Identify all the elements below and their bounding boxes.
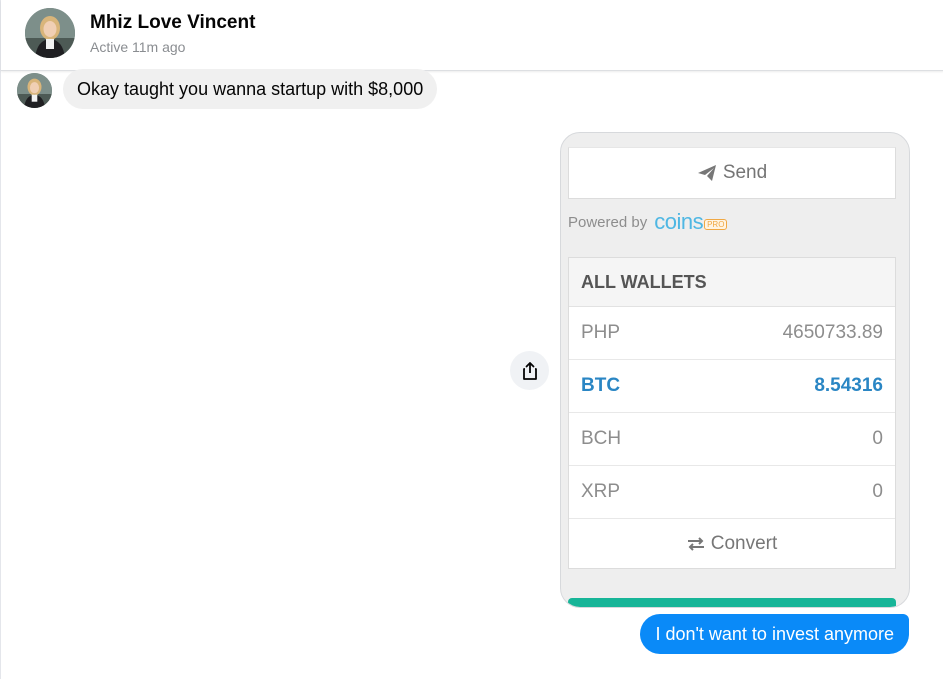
- wallet-balance: 4650733.89: [782, 322, 883, 343]
- outgoing-message[interactable]: I don't want to invest anymore: [640, 614, 909, 654]
- wallet-row-bch: BCH 0: [569, 413, 895, 466]
- incoming-message[interactable]: Okay taught you wanna startup with $8,00…: [63, 69, 438, 109]
- contact-name[interactable]: Mhiz Love Vincent: [90, 12, 255, 34]
- active-status: Active 11m ago: [90, 39, 186, 55]
- share-icon: [522, 361, 537, 380]
- chat-header: Mhiz Love Vincent Active 11m ago: [1, 0, 943, 71]
- send-label: Send: [722, 162, 768, 183]
- wallet-row-php: PHP 4650733.89: [569, 307, 895, 360]
- wallet-currency: BTC: [581, 375, 621, 396]
- coins-brand: coins: [654, 209, 704, 234]
- convert-row: Convert: [569, 519, 895, 569]
- wallet-balance: 0: [872, 428, 883, 449]
- wallet-currency: XRP: [581, 481, 621, 502]
- wallet-balance: 8.54316: [814, 375, 883, 396]
- image-attachment[interactable]: Send Powered by coins PRO ALL WALLETS PHP…: [560, 132, 910, 608]
- wallet-row-xrp: XRP 0: [569, 466, 895, 519]
- wallet-row-btc: BTC 8.54316: [569, 360, 895, 413]
- wallet-balance: 0: [872, 481, 883, 502]
- sender-avatar[interactable]: [17, 73, 52, 108]
- contact-avatar[interactable]: [25, 8, 75, 58]
- wallets-title: ALL WALLETS: [569, 258, 895, 307]
- convert-label: Convert: [710, 533, 778, 554]
- wallet-currency: BCH: [581, 428, 622, 449]
- pro-tag: PRO: [704, 219, 728, 230]
- wallet-currency: PHP: [581, 322, 621, 343]
- send-panel: Send: [568, 147, 896, 199]
- share-button[interactable]: [510, 351, 549, 390]
- green-action-bar: [568, 598, 896, 607]
- exchange-arrows-icon: [687, 537, 704, 551]
- powered-by-line: Powered by coins PRO: [568, 209, 728, 235]
- coins-logo: coins PRO: [654, 209, 728, 235]
- powered-by-text: Powered by: [568, 213, 648, 231]
- wallets-panel: ALL WALLETS PHP 4650733.89 BTC 8.54316 B…: [568, 257, 896, 569]
- paper-plane-icon: [697, 165, 716, 181]
